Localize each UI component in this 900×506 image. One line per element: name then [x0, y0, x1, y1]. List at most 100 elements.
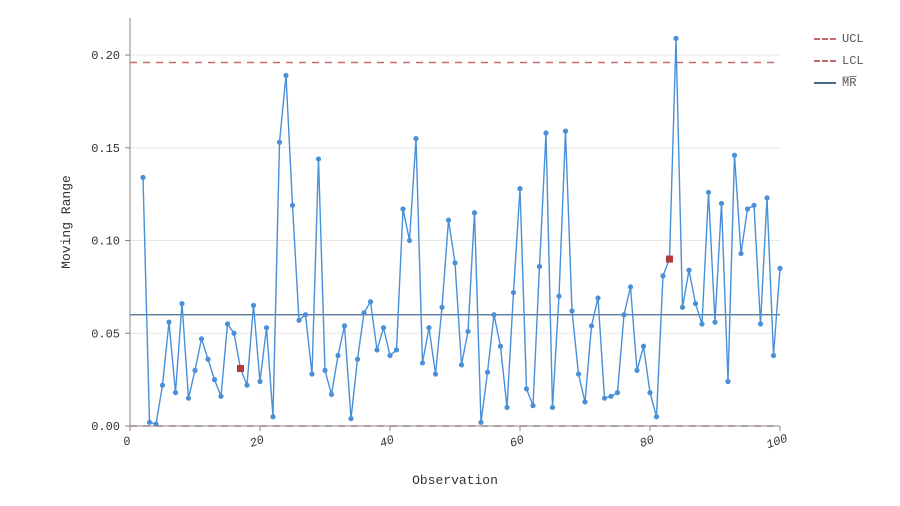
- data-point: [394, 347, 399, 352]
- data-point: [563, 129, 568, 134]
- data-point: [699, 321, 704, 326]
- data-point: [160, 383, 165, 388]
- legend-swatch-mrbar: [814, 82, 836, 84]
- data-point: [413, 136, 418, 141]
- data-point: [277, 140, 282, 145]
- data-point: [400, 206, 405, 211]
- legend-label-lcl: LCL: [842, 54, 864, 68]
- data-point: [270, 414, 275, 419]
- data-point: [355, 357, 360, 362]
- outlier-point: [667, 256, 673, 262]
- legend-label-ucl: UCL: [842, 32, 864, 46]
- svg-text:100: 100: [765, 432, 790, 453]
- data-point: [504, 405, 509, 410]
- legend-swatch-ucl: [814, 38, 836, 40]
- mr-control-chart: 0204060801000.000.050.100.150.20Observat…: [0, 0, 900, 506]
- data-point: [732, 153, 737, 158]
- data-point: [192, 368, 197, 373]
- data-point: [706, 190, 711, 195]
- svg-text:80: 80: [638, 433, 656, 451]
- data-point: [517, 186, 522, 191]
- data-point: [647, 390, 652, 395]
- data-point: [524, 386, 529, 391]
- data-point: [329, 392, 334, 397]
- data-point: [634, 368, 639, 373]
- data-point: [225, 321, 230, 326]
- data-point: [147, 420, 152, 425]
- data-point: [251, 303, 256, 308]
- svg-text:0.20: 0.20: [91, 49, 120, 63]
- data-point: [660, 273, 665, 278]
- data-point: [615, 390, 620, 395]
- data-point: [595, 295, 600, 300]
- data-point: [673, 36, 678, 41]
- data-point: [498, 344, 503, 349]
- data-point: [316, 156, 321, 161]
- data-point: [751, 203, 756, 208]
- data-point: [608, 394, 613, 399]
- data-point: [576, 371, 581, 376]
- data-point: [244, 383, 249, 388]
- data-point: [725, 379, 730, 384]
- data-point: [628, 284, 633, 289]
- data-point: [738, 251, 743, 256]
- data-point: [218, 394, 223, 399]
- data-point: [693, 301, 698, 306]
- data-point: [335, 353, 340, 358]
- data-point: [173, 390, 178, 395]
- data-point: [485, 370, 490, 375]
- data-point: [491, 312, 496, 317]
- data-point: [212, 377, 217, 382]
- data-point: [465, 329, 470, 334]
- data-point: [361, 310, 366, 315]
- data-point: [387, 353, 392, 358]
- data-point: [621, 312, 626, 317]
- data-point: [439, 305, 444, 310]
- legend-item-lcl: LCL: [814, 52, 894, 70]
- data-point: [745, 206, 750, 211]
- svg-text:0.00: 0.00: [91, 420, 120, 434]
- data-point: [420, 360, 425, 365]
- data-point: [686, 268, 691, 273]
- data-point: [602, 396, 607, 401]
- data-point: [342, 323, 347, 328]
- data-point: [426, 325, 431, 330]
- data-point: [771, 353, 776, 358]
- data-point: [199, 336, 204, 341]
- data-point: [186, 396, 191, 401]
- data-point: [459, 362, 464, 367]
- data-point: [264, 325, 269, 330]
- data-point: [407, 238, 412, 243]
- data-point: [433, 371, 438, 376]
- data-point: [348, 416, 353, 421]
- data-point: [543, 130, 548, 135]
- svg-text:60: 60: [508, 433, 526, 451]
- svg-text:0.05: 0.05: [91, 327, 120, 341]
- data-point: [472, 210, 477, 215]
- outlier-point: [238, 366, 244, 372]
- y-axis-label: Moving Range: [59, 175, 74, 269]
- data-point: [290, 203, 295, 208]
- data-point: [257, 379, 262, 384]
- data-point: [569, 308, 574, 313]
- data-point: [309, 371, 314, 376]
- legend: UCL LCL M̅R̅: [814, 30, 894, 96]
- svg-text:0.15: 0.15: [91, 142, 120, 156]
- data-point: [166, 320, 171, 325]
- data-point: [511, 290, 516, 295]
- data-point: [205, 357, 210, 362]
- chart-canvas: 0204060801000.000.050.100.150.20Observat…: [0, 0, 900, 506]
- legend-item-ucl: UCL: [814, 30, 894, 48]
- data-point: [582, 399, 587, 404]
- svg-text:0.10: 0.10: [91, 235, 120, 249]
- svg-text:20: 20: [248, 433, 266, 451]
- data-point: [556, 294, 561, 299]
- data-point: [478, 420, 483, 425]
- data-point: [719, 201, 724, 206]
- data-point: [537, 264, 542, 269]
- data-point: [368, 299, 373, 304]
- legend-label-mrbar: M̅R̅: [842, 76, 856, 90]
- data-point: [446, 218, 451, 223]
- data-point: [452, 260, 457, 265]
- data-point: [589, 323, 594, 328]
